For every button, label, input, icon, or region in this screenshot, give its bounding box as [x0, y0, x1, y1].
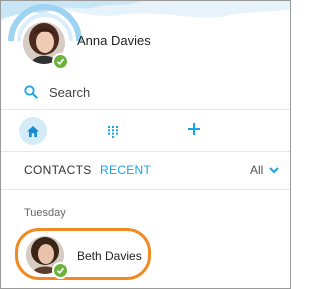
filter-dropdown[interactable]: All	[250, 163, 280, 177]
online-status-icon	[52, 53, 69, 70]
add-button[interactable]	[187, 122, 201, 141]
online-status-icon	[52, 262, 69, 279]
user-name: Anna Davies	[77, 33, 151, 48]
dialpad-icon	[108, 126, 118, 138]
divider	[1, 151, 290, 152]
chevron-down-icon	[269, 167, 280, 174]
home-button[interactable]	[19, 117, 47, 145]
dialpad-button[interactable]	[108, 125, 118, 143]
recent-conversation-item[interactable]: Beth Davies	[15, 228, 151, 280]
home-icon	[27, 125, 39, 137]
search-icon	[24, 85, 38, 99]
search-label: Search	[49, 85, 91, 100]
filter-label: All	[250, 163, 264, 177]
divider	[1, 189, 290, 190]
skype-window: Anna Davies Search CONTACTS RECENT All T…	[0, 0, 291, 289]
recent-section-header: Tuesday	[24, 207, 66, 219]
search-box[interactable]: Search	[24, 83, 274, 103]
divider	[1, 109, 290, 110]
add-icon	[188, 123, 200, 135]
tab-contacts[interactable]: CONTACTS	[24, 163, 92, 177]
tab-recent[interactable]: RECENT	[100, 163, 151, 177]
contact-name: Beth Davies	[77, 249, 142, 263]
